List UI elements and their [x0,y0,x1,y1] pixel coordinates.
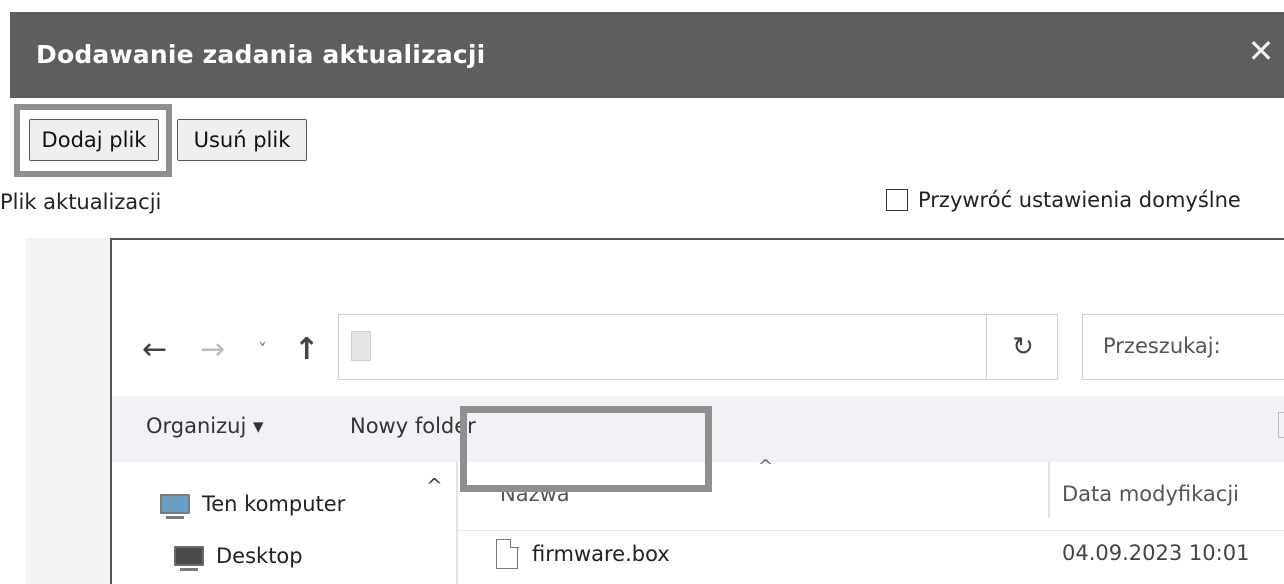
page-top-margin [0,0,1284,12]
organize-menu-button[interactable]: Organizuj ▾ [146,414,264,438]
file-open-dialog: ← → ˅ ↑ ↻ Przeszukaj: Organizuj ▾ Nowy f… [110,238,1284,584]
command-toolbar: Organizuj ▾ Nowy folder [112,396,1284,462]
column-header-name[interactable]: Nazwa [500,482,570,506]
dialog-title: Dodawanie zadania aktualizacji [36,40,486,69]
sort-indicator-icon: ^ [758,456,774,477]
update-file-label: Plik aktualizacji [0,190,162,214]
navigation-bar: ← → ˅ ↑ ↻ Przeszukaj: [112,314,1284,384]
column-header-date-modified[interactable]: Data modyfikacji [1062,482,1239,506]
file-icon [496,538,519,569]
file-date-cell: 04.09.2023 10:01 [1062,541,1250,565]
address-bar[interactable] [338,314,1058,380]
file-name: firmware.box [532,542,670,566]
tree-item-label: Desktop [216,544,303,568]
desktop-icon [174,546,204,571]
tree-item-desktop[interactable]: Desktop [174,544,303,571]
add-file-button[interactable]: Dodaj plik [29,119,159,161]
column-headers: ^ Nazwa Data modyfikacji [458,456,1284,520]
dialog-content: Dodaj plik Usuń plik Plik aktualizacji P… [0,98,1284,584]
tree-item-label: Ten komputer [202,492,346,516]
close-icon[interactable]: ✕ [1246,35,1276,67]
new-folder-button[interactable]: Nowy folder [350,414,476,438]
tree-item-this-pc[interactable]: Ten komputer [160,492,346,519]
computer-icon [160,494,190,519]
forward-arrow-icon[interactable]: → [200,332,225,367]
refresh-icon[interactable]: ↻ [986,314,1059,380]
view-options-icon[interactable] [1278,412,1284,438]
dialog-titlebar: Dodawanie zadania aktualizacji ✕ [10,12,1284,98]
search-input[interactable]: Przeszukaj: [1082,314,1284,380]
table-row[interactable]: firmware.box 04.09.2023 10:01 [458,530,1284,583]
restore-defaults-checkbox[interactable] [886,189,908,211]
scroll-up-icon[interactable]: ^ [426,474,443,498]
location-icon [351,331,371,361]
column-separator[interactable] [1048,462,1050,518]
navigation-tree: Ten komputer Desktop ^ [112,462,443,584]
up-arrow-icon[interactable]: ↑ [294,332,319,367]
restore-defaults[interactable]: Przywróć ustawienia domyślne [886,188,1241,212]
file-list: ^ Nazwa Data modyfikacji firmware.box 04… [458,456,1284,584]
restore-defaults-label: Przywróć ustawienia domyślne [918,188,1241,212]
file-name-cell[interactable]: firmware.box [496,538,670,569]
remove-file-button[interactable]: Usuń plik [177,119,307,161]
recent-locations-chevron-icon[interactable]: ˅ [258,340,267,361]
file-area-background [26,238,112,584]
back-arrow-icon[interactable]: ← [142,332,167,367]
